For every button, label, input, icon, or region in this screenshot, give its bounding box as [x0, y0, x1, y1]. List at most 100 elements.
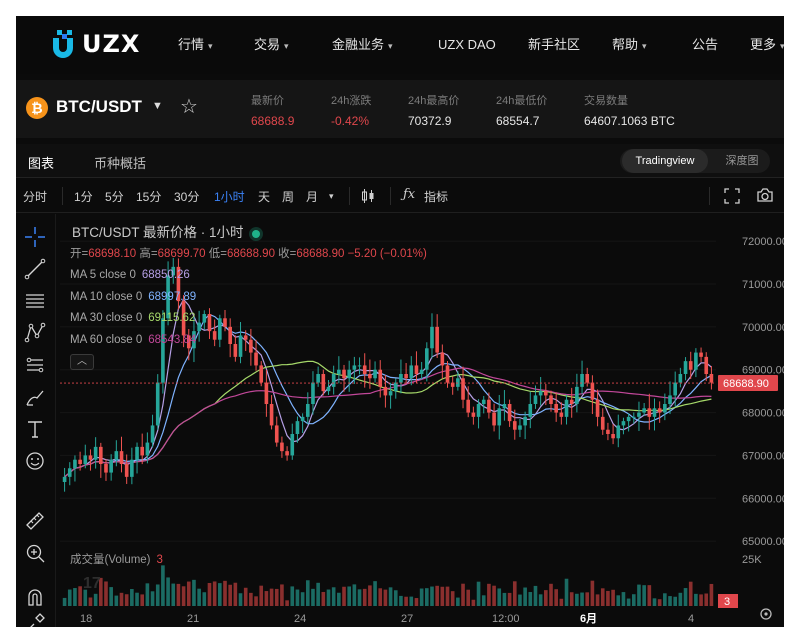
volume-bar	[461, 583, 465, 606]
fullscreen-icon[interactable]	[724, 188, 740, 204]
volume-bar	[192, 579, 196, 606]
crosshair-icon[interactable]	[24, 226, 46, 248]
chevron-down-icon: ▾	[780, 41, 784, 51]
brush-icon[interactable]	[24, 386, 46, 408]
ma30-row[interactable]: MA 30 close 0 69115.62	[70, 308, 427, 330]
candle-body	[694, 352, 698, 370]
tab-overview[interactable]: 币种概括	[94, 153, 146, 172]
favorite-star-icon[interactable]: ☆	[180, 94, 198, 119]
volume-bar	[678, 592, 683, 606]
nav-finance[interactable]: 金融业务 ▾	[332, 16, 393, 74]
chevron-down-icon[interactable]: ▼	[152, 100, 163, 112]
collapse-legend-button[interactable]: ︿	[70, 354, 94, 370]
volume-bar	[373, 581, 377, 606]
candle-body	[435, 326, 439, 353]
fib-levels-icon[interactable]	[24, 290, 46, 312]
nav-help[interactable]: 帮助 ▾	[612, 16, 647, 74]
uzx-logo[interactable]: UZX	[48, 28, 140, 60]
tab-chart[interactable]: 图表	[25, 153, 57, 182]
volume-bar	[668, 596, 672, 606]
nav-trade[interactable]: 交易 ▾	[254, 16, 289, 74]
live-status-icon	[251, 229, 260, 238]
pattern-icon[interactable]	[24, 322, 46, 344]
volume-bar	[243, 587, 248, 606]
projection-icon[interactable]	[24, 354, 46, 376]
nav-community[interactable]: 新手社区	[528, 16, 580, 74]
volume-bar	[704, 593, 709, 606]
text-tool-icon[interactable]	[24, 418, 46, 440]
interval-time[interactable]: 分时	[23, 188, 47, 205]
pair-selector[interactable]: BTC/USDT	[56, 97, 142, 117]
candle-body	[590, 382, 595, 400]
volume-bar	[430, 586, 434, 606]
interval-30m[interactable]: 30分	[174, 188, 199, 205]
y-tick-label: 69000.00	[742, 365, 784, 377]
stat-24h-change: 24h涨跌 -0.42%	[331, 95, 372, 128]
volume-bar	[637, 584, 641, 606]
volume-bar	[440, 586, 445, 606]
volume-bar	[207, 582, 212, 606]
volume-bar	[83, 589, 88, 606]
candle-body	[518, 425, 522, 430]
trend-line-icon[interactable]	[24, 258, 46, 280]
camera-icon[interactable]	[756, 187, 774, 203]
volume-bar	[223, 580, 227, 606]
indicators-button[interactable]: 指标	[424, 188, 448, 205]
candle-body	[523, 416, 527, 426]
candle-body	[673, 382, 678, 396]
candle-body	[388, 391, 393, 396]
candle-body	[280, 442, 284, 452]
ma60-row[interactable]: MA 60 close 0 68543.84	[70, 330, 427, 352]
candle-body	[502, 404, 507, 409]
lock-drawing-icon[interactable]	[24, 612, 46, 627]
nav-dao[interactable]: UZX DAO	[438, 16, 496, 74]
indicators-icon[interactable]: ƒx	[403, 187, 415, 202]
x-tick-label: 24	[294, 613, 306, 625]
candlestick-type-icon[interactable]	[360, 188, 376, 204]
chart-legend: BTC/USDT 最新价格 · 1小时 开=68698.10 高=68699.7…	[70, 222, 427, 373]
volume-bar	[466, 589, 471, 606]
candle-body	[331, 374, 336, 387]
candle-body	[492, 412, 496, 426]
volume-value: 3	[156, 554, 163, 566]
view-depth[interactable]: 深度图	[716, 149, 768, 173]
ohlc-row: 开=68698.10 高=68699.70 低=68688.90 收=68688…	[70, 247, 427, 260]
chevron-down-icon[interactable]: ▾	[329, 191, 334, 202]
bitcoin-icon: ₿	[26, 97, 48, 119]
candle-body	[611, 434, 615, 439]
interval-1w[interactable]: 周	[282, 188, 294, 205]
candle-body	[704, 356, 709, 374]
candle-body	[445, 365, 450, 383]
ruler-icon[interactable]	[24, 510, 46, 532]
volume-bar	[368, 585, 372, 606]
y-tick-label: 67000.00	[742, 450, 784, 462]
interval-15m[interactable]: 15分	[136, 188, 161, 205]
interval-5m[interactable]: 5分	[105, 188, 124, 205]
candle-body	[155, 382, 160, 426]
volume-bar	[657, 599, 662, 606]
nav-announcements[interactable]: 公告	[692, 16, 718, 74]
ma5-row[interactable]: MA 5 close 0 68850.26	[70, 265, 427, 287]
ma10-row[interactable]: MA 10 close 0 68997.89	[70, 287, 427, 309]
view-tradingview[interactable]: Tradingview	[622, 149, 708, 173]
candle-body	[73, 459, 77, 469]
volume-bar	[202, 592, 207, 606]
emoji-icon[interactable]	[24, 450, 46, 472]
volume-bar	[642, 585, 646, 606]
interval-1d[interactable]: 天	[258, 188, 270, 205]
volume-bar	[481, 595, 486, 606]
interval-1m[interactable]: 1分	[74, 188, 93, 205]
candle-body	[383, 386, 388, 396]
volume-bar	[114, 595, 119, 606]
magnet-icon[interactable]	[24, 586, 46, 608]
volume-bar	[626, 598, 631, 606]
volume-bar	[140, 594, 145, 606]
interval-1mo[interactable]: 月	[306, 188, 318, 205]
zoom-in-icon[interactable]	[24, 542, 46, 564]
volume-bar	[575, 593, 579, 606]
candle-body	[135, 446, 139, 460]
nav-more[interactable]: 更多 ▾	[750, 16, 784, 74]
volume-bar	[507, 592, 512, 606]
interval-1h[interactable]: 1小时	[214, 188, 245, 205]
nav-market[interactable]: 行情 ▾	[178, 16, 213, 74]
